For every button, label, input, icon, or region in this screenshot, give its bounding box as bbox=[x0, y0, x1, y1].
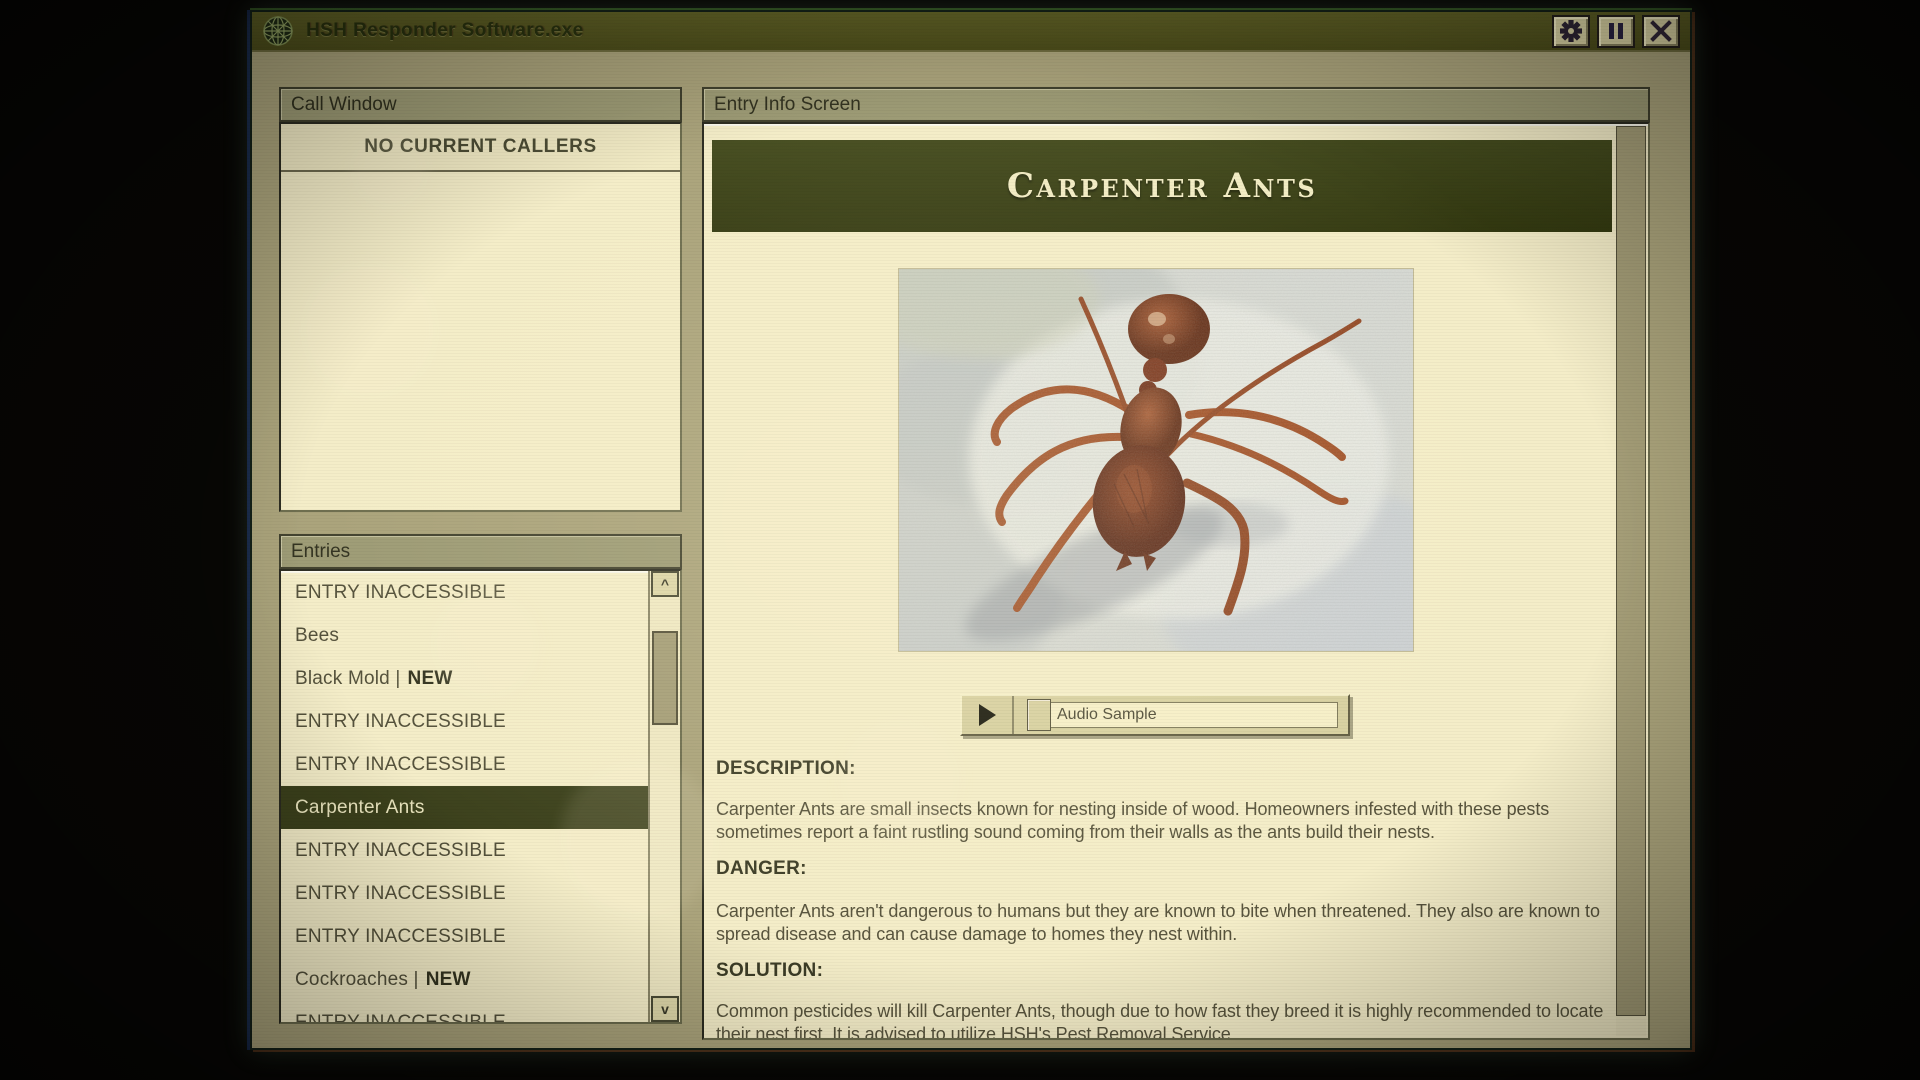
danger-heading: DANGER: bbox=[716, 858, 807, 880]
entries-body: ENTRY INACCESSIBLE Bees Black Mold | NEW… bbox=[279, 569, 682, 1024]
titlebar[interactable]: HSH Responder Software.exe bbox=[252, 12, 1690, 52]
solution-heading: SOLUTION: bbox=[716, 960, 823, 982]
pause-button[interactable] bbox=[1597, 15, 1635, 48]
entry-label: Carpenter Ants bbox=[295, 797, 425, 819]
close-icon bbox=[1650, 20, 1672, 42]
scroll-down-button[interactable]: v bbox=[651, 996, 679, 1022]
audio-sample-label: Audio Sample bbox=[1057, 706, 1157, 724]
crt-screen: HSH Responder Software.exe bbox=[0, 0, 1920, 1080]
entry-row[interactable]: ENTRY INACCESSIBLE bbox=[281, 571, 648, 614]
entry-row[interactable]: ENTRY INACCESSIBLE bbox=[281, 700, 648, 743]
entry-label: ENTRY INACCESSIBLE bbox=[295, 582, 506, 604]
pause-icon bbox=[1606, 21, 1626, 41]
audio-seek-handle[interactable] bbox=[1027, 699, 1051, 731]
entry-title-banner: Carpenter Ants bbox=[712, 140, 1612, 232]
solution-body: Common pesticides will kill Carpenter An… bbox=[716, 1000, 1624, 1040]
entry-row[interactable]: ENTRY INACCESSIBLE bbox=[281, 829, 648, 872]
call-window-header: Call Window bbox=[279, 87, 682, 122]
entry-info-header: Entry Info Screen bbox=[702, 87, 1650, 122]
entry-row[interactable]: ENTRY INACCESSIBLE bbox=[281, 743, 648, 786]
entry-label: ENTRY INACCESSIBLE bbox=[295, 840, 506, 862]
entry-label: ENTRY INACCESSIBLE bbox=[295, 711, 506, 733]
audio-player: Audio Sample bbox=[960, 694, 1350, 736]
description-heading: DESCRIPTION: bbox=[716, 758, 856, 780]
carpenter-ant-photo bbox=[898, 268, 1414, 652]
entry-badge: NEW bbox=[426, 969, 471, 991]
entry-label: ENTRY INACCESSIBLE bbox=[295, 754, 506, 776]
entry-label: ENTRY INACCESSIBLE bbox=[295, 1012, 506, 1023]
info-scrollbar-thumb[interactable] bbox=[1616, 126, 1646, 1016]
entry-label: ENTRY INACCESSIBLE bbox=[295, 883, 506, 905]
entry-title: Carpenter Ants bbox=[1007, 166, 1317, 206]
entry-label: Bees bbox=[295, 625, 339, 647]
audio-seek-track[interactable]: Audio Sample bbox=[1028, 702, 1338, 728]
play-icon bbox=[979, 704, 996, 726]
titlebar-buttons bbox=[1552, 15, 1680, 48]
entry-row[interactable]: ENTRY INACCESSIBLE bbox=[281, 872, 648, 915]
entry-row[interactable]: Bees bbox=[281, 614, 648, 657]
window-title: HSH Responder Software.exe bbox=[306, 20, 584, 42]
close-button[interactable] bbox=[1642, 15, 1680, 48]
entry-row[interactable]: Cockroaches | NEW bbox=[281, 958, 648, 1001]
call-window-body: NO CURRENT CALLERS bbox=[279, 122, 682, 512]
entry-row[interactable]: Carpenter Ants bbox=[281, 786, 648, 829]
call-window-title: Call Window bbox=[291, 94, 397, 116]
no-callers-status: NO CURRENT CALLERS bbox=[281, 124, 680, 172]
entry-row[interactable]: ENTRY INACCESSIBLE bbox=[281, 915, 648, 958]
danger-body: Carpenter Ants aren't dangerous to human… bbox=[716, 900, 1624, 947]
app-window: HSH Responder Software.exe bbox=[250, 10, 1692, 1050]
entry-info-body: Carpenter Ants bbox=[702, 122, 1650, 1040]
entries-title: Entries bbox=[291, 541, 350, 563]
entry-label: ENTRY INACCESSIBLE bbox=[295, 926, 506, 948]
entry-row[interactable]: ENTRY INACCESSIBLE bbox=[281, 1001, 648, 1022]
settings-button[interactable] bbox=[1552, 15, 1590, 48]
entry-label: Cockroaches | bbox=[295, 969, 419, 991]
entries-scrollbar[interactable]: ^ v bbox=[648, 571, 680, 1022]
scroll-up-button[interactable]: ^ bbox=[651, 571, 679, 597]
entry-row[interactable]: Black Mold | NEW bbox=[281, 657, 648, 700]
play-button[interactable] bbox=[962, 696, 1014, 734]
entry-info-title-label: Entry Info Screen bbox=[714, 94, 861, 116]
info-scrollbar[interactable] bbox=[1616, 126, 1646, 1036]
scrollbar-thumb[interactable] bbox=[652, 631, 678, 725]
description-body: Carpenter Ants are small insects known f… bbox=[716, 798, 1624, 845]
entry-label: Black Mold | bbox=[295, 668, 401, 690]
globe-web-icon bbox=[262, 15, 294, 47]
entry-badge: NEW bbox=[408, 668, 453, 690]
entries-list: ENTRY INACCESSIBLE Bees Black Mold | NEW… bbox=[281, 571, 648, 1022]
entries-header: Entries bbox=[279, 534, 682, 569]
gear-icon bbox=[1559, 19, 1583, 43]
